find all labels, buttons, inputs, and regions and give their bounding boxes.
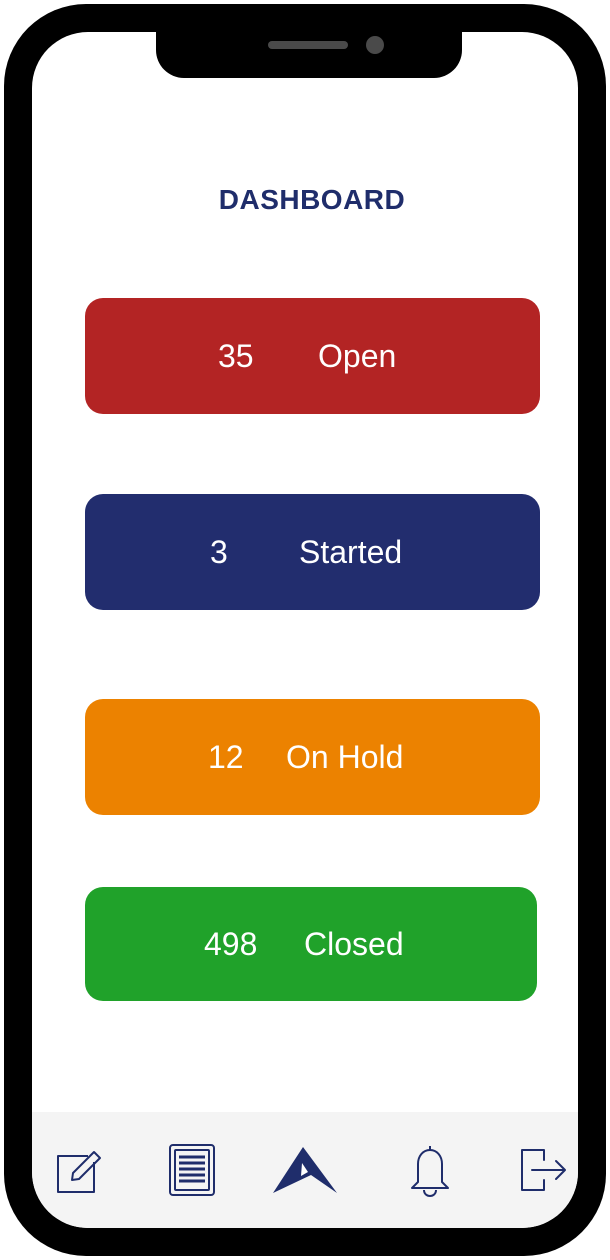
tile-label: On Hold: [286, 739, 404, 775]
edit-icon: [57, 1151, 101, 1193]
list-icon: [169, 1144, 215, 1196]
tile-count: 35: [218, 338, 254, 374]
tab-list[interactable]: [164, 1140, 220, 1200]
logo-icon: [273, 1147, 337, 1193]
status-tile-open[interactable]: 35 Open: [85, 298, 540, 414]
tile-label: Started: [299, 534, 403, 570]
tab-edit[interactable]: [52, 1140, 108, 1200]
notch: [156, 32, 462, 78]
tile-label: Open: [318, 338, 397, 374]
tile-label: Closed: [304, 926, 404, 962]
phone-frame: DASHBOARD 35 Open 3 Started 12 On Hold 4…: [4, 4, 606, 1256]
bottom-tab-bar: [32, 1112, 578, 1228]
tile-count: 498: [204, 926, 258, 962]
page-title: DASHBOARD: [218, 184, 406, 215]
status-tile-closed[interactable]: 498 Closed: [85, 887, 537, 1001]
front-camera: [366, 36, 384, 54]
tab-logout[interactable]: [516, 1140, 572, 1200]
tab-home[interactable]: [270, 1140, 340, 1200]
logout-icon: [521, 1149, 566, 1191]
tile-count: 3: [210, 534, 228, 570]
tab-notifications[interactable]: [402, 1140, 458, 1200]
status-tile-on-hold[interactable]: 12 On Hold: [85, 699, 540, 815]
tile-count: 12: [208, 739, 244, 775]
status-tile-started[interactable]: 3 Started: [85, 494, 540, 610]
speaker-grille: [268, 41, 348, 49]
screen: DASHBOARD 35 Open 3 Started 12 On Hold 4…: [32, 32, 578, 1228]
bell-icon: [411, 1146, 449, 1197]
